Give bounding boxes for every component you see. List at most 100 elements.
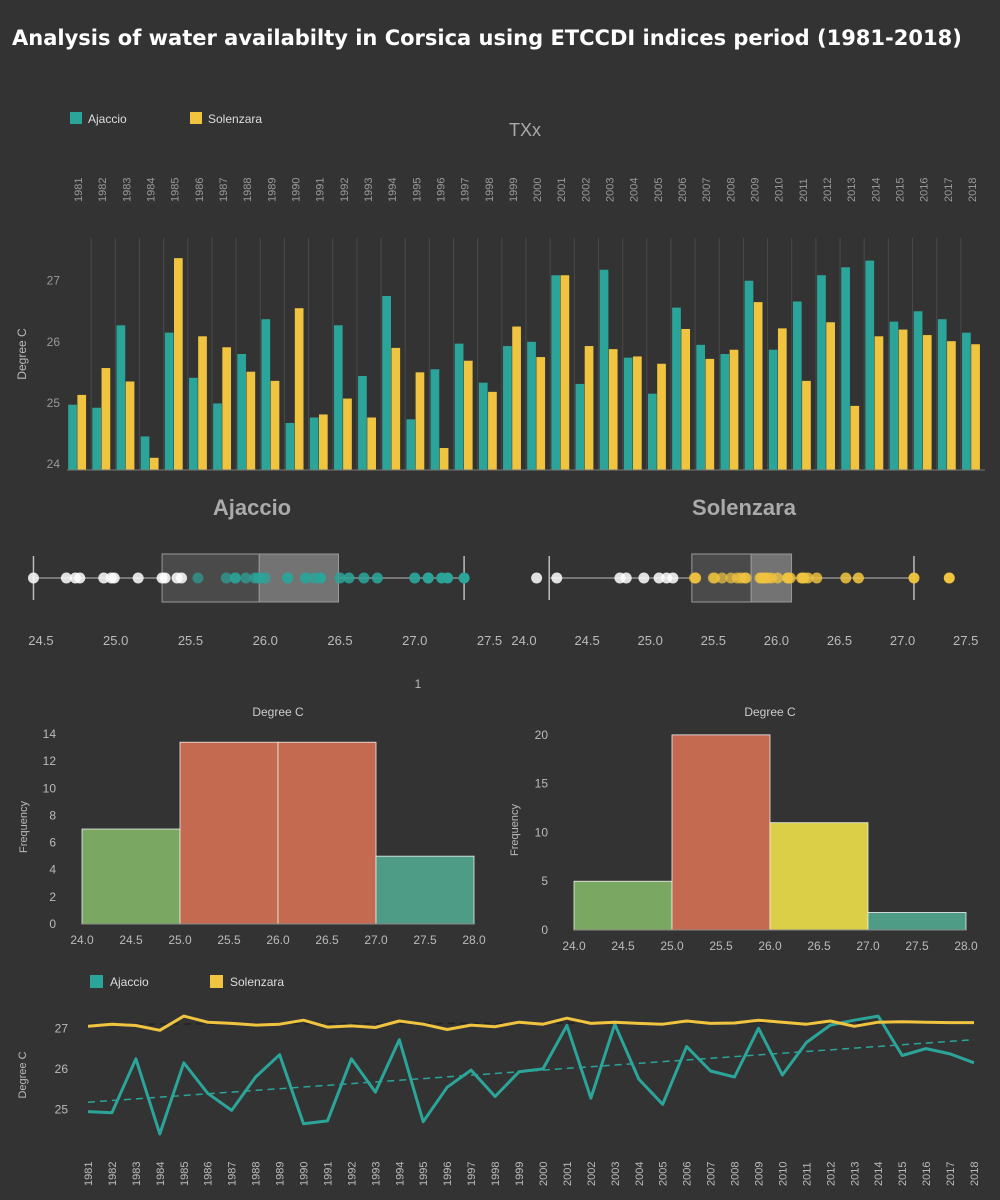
txx-year-label: 2011 (798, 178, 810, 202)
txx-year-label: 1990 (291, 178, 303, 202)
line-ytick: 26 (55, 1062, 69, 1076)
line-xtick: 2001 (562, 1162, 574, 1186)
txx-bar-solenzara (512, 326, 521, 470)
txx-year-label: 1997 (460, 178, 472, 202)
txx-bar-ajaccio (841, 267, 850, 470)
txx-year-label: 1984 (146, 178, 158, 202)
txx-bar-solenzara (850, 405, 860, 470)
line-xtick: 1991 (322, 1162, 334, 1186)
ajaccio-boxplot-point (458, 572, 470, 584)
txx-year-label: 1989 (266, 178, 278, 202)
line-xtick: 2018 (969, 1162, 981, 1186)
txx-year-label: 2013 (846, 178, 858, 202)
txx-year-label: 1983 (121, 178, 133, 202)
legend-label-solenzara: Solenzara (208, 112, 262, 126)
line-legend-swatch-ajaccio (90, 975, 103, 988)
ajaccio-boxplot-point (159, 572, 171, 584)
txx-ylabel: Degree C (15, 328, 29, 380)
txx-bar-ajaccio (527, 341, 536, 470)
solenzara-boxplot-point (638, 572, 650, 584)
ajaccio-boxplot-point (315, 572, 327, 584)
txx-bar-ajaccio (382, 296, 391, 470)
txx-bar-ajaccio (623, 357, 633, 470)
solenzara-boxplot-xtick: 25.5 (701, 633, 726, 648)
txx-bar-ajaccio (672, 307, 681, 470)
txx-bar-solenzara (270, 380, 280, 470)
ajaccio-histogram-ytick: 12 (43, 754, 57, 768)
solenzara-boxplot-xtick: 25.0 (638, 633, 663, 648)
solenzara-histogram-bar (867, 912, 967, 931)
line-xtick: 2003 (610, 1162, 622, 1186)
line-xtick: 2011 (801, 1162, 813, 1186)
txx-year-label: 1986 (194, 178, 206, 202)
legend-swatch-solenzara (190, 112, 202, 124)
line-xtick: 1984 (155, 1162, 167, 1186)
txx-bar-solenzara (753, 302, 763, 470)
txx-bar-solenzara (947, 341, 956, 470)
ajaccio-boxplot: Ajaccio 24.5 25.0 25.5 26.0 26.5 27.0 27.5 (27, 495, 502, 648)
txx-bar-ajaccio (92, 407, 102, 470)
txx-year-label: 2007 (701, 178, 713, 202)
ajaccio-histogram-bar (81, 828, 181, 925)
txx-bar-ajaccio (865, 260, 875, 470)
ajaccio-boxplot-point (192, 572, 204, 584)
txx-year-label: 1998 (484, 178, 496, 202)
ajaccio-boxplot-point (259, 572, 271, 584)
txx-bar-ajaccio (68, 404, 77, 470)
ajaccio-histogram-ytick: 2 (49, 890, 56, 904)
solenzara-histogram-xtick: 25.5 (709, 939, 733, 953)
ajaccio-histogram-xtick: 27.5 (413, 933, 437, 947)
solenzara-histogram-bar (769, 822, 869, 931)
ajaccio-boxplot-point (229, 572, 241, 584)
txx-bar-solenzara (777, 328, 787, 470)
txx-bar-solenzara (318, 414, 328, 470)
ajaccio-boxplot-point (27, 572, 39, 584)
line-xtick: 1986 (203, 1162, 215, 1186)
ajaccio-histogram-bar (277, 741, 377, 925)
txx-year-label: 2015 (894, 178, 906, 202)
ajaccio-boxplot-point (358, 572, 370, 584)
line-xtick: 2017 (945, 1162, 957, 1186)
line-ylabel: Degree C (17, 1051, 29, 1098)
txx-bar-solenzara (898, 329, 908, 470)
solenzara-histogram-ytick: 20 (535, 728, 549, 742)
solenzara-boxplot: Solenzara 24.0 24.5 25.0 25.5 26.0 26.5 27.0 27.… (511, 495, 978, 648)
solenzara-boxplot-xtick: 24.5 (574, 633, 599, 648)
txx-bar-solenzara (294, 308, 304, 470)
txx-ytick: 24 (47, 457, 61, 471)
ajaccio-boxplot-point (176, 572, 188, 584)
line-xtick: 1981 (83, 1162, 95, 1186)
txx-bar-solenzara (463, 360, 473, 470)
solenzara-boxplot-point (667, 572, 679, 584)
txx-bar-solenzara (174, 258, 183, 470)
solenzara-histogram-xtick: 27.5 (905, 939, 929, 953)
txx-bar-ajaccio (333, 325, 343, 470)
txx-bar-solenzara (198, 336, 207, 470)
txx-bar-solenzara (101, 368, 111, 470)
ajaccio-boxplot-point (343, 572, 355, 584)
ajaccio-histogram-ytick: 4 (49, 863, 56, 877)
solenzara-histogram-bar (573, 880, 673, 931)
line-xtick: 1996 (442, 1162, 454, 1186)
txx-year-label: 2005 (653, 178, 665, 202)
ajaccio-boxplot-point (371, 572, 383, 584)
solenzara-boxplot-point (840, 572, 852, 584)
solenzara-histogram-xtick: 25.0 (660, 939, 684, 953)
txx-year-label: 1988 (242, 178, 254, 202)
txx-year-label: 2010 (774, 178, 786, 202)
ajaccio-boxplot-point (108, 572, 120, 584)
ajaccio-boxplot-xtick: 26.0 (253, 633, 278, 648)
txx-bar-solenzara (125, 381, 135, 470)
line-xtick: 2007 (706, 1162, 718, 1186)
ajaccio-histogram-ytick: 0 (49, 917, 56, 931)
txx-year-label: 2008 (725, 178, 737, 202)
txx-bar-ajaccio (768, 349, 778, 470)
solenzara-boxplot-point (531, 572, 543, 584)
txx-bar-ajaccio (188, 377, 198, 470)
line-xtick: 2014 (873, 1162, 885, 1186)
ajaccio-boxplot-xtick: 25.0 (103, 633, 128, 648)
txx-bar-solenzara (391, 347, 401, 470)
ajaccio-histogram-xtick: 28.0 (462, 933, 486, 947)
solenzara-boxplot-point (620, 572, 632, 584)
line-xtick: 1987 (227, 1162, 239, 1186)
